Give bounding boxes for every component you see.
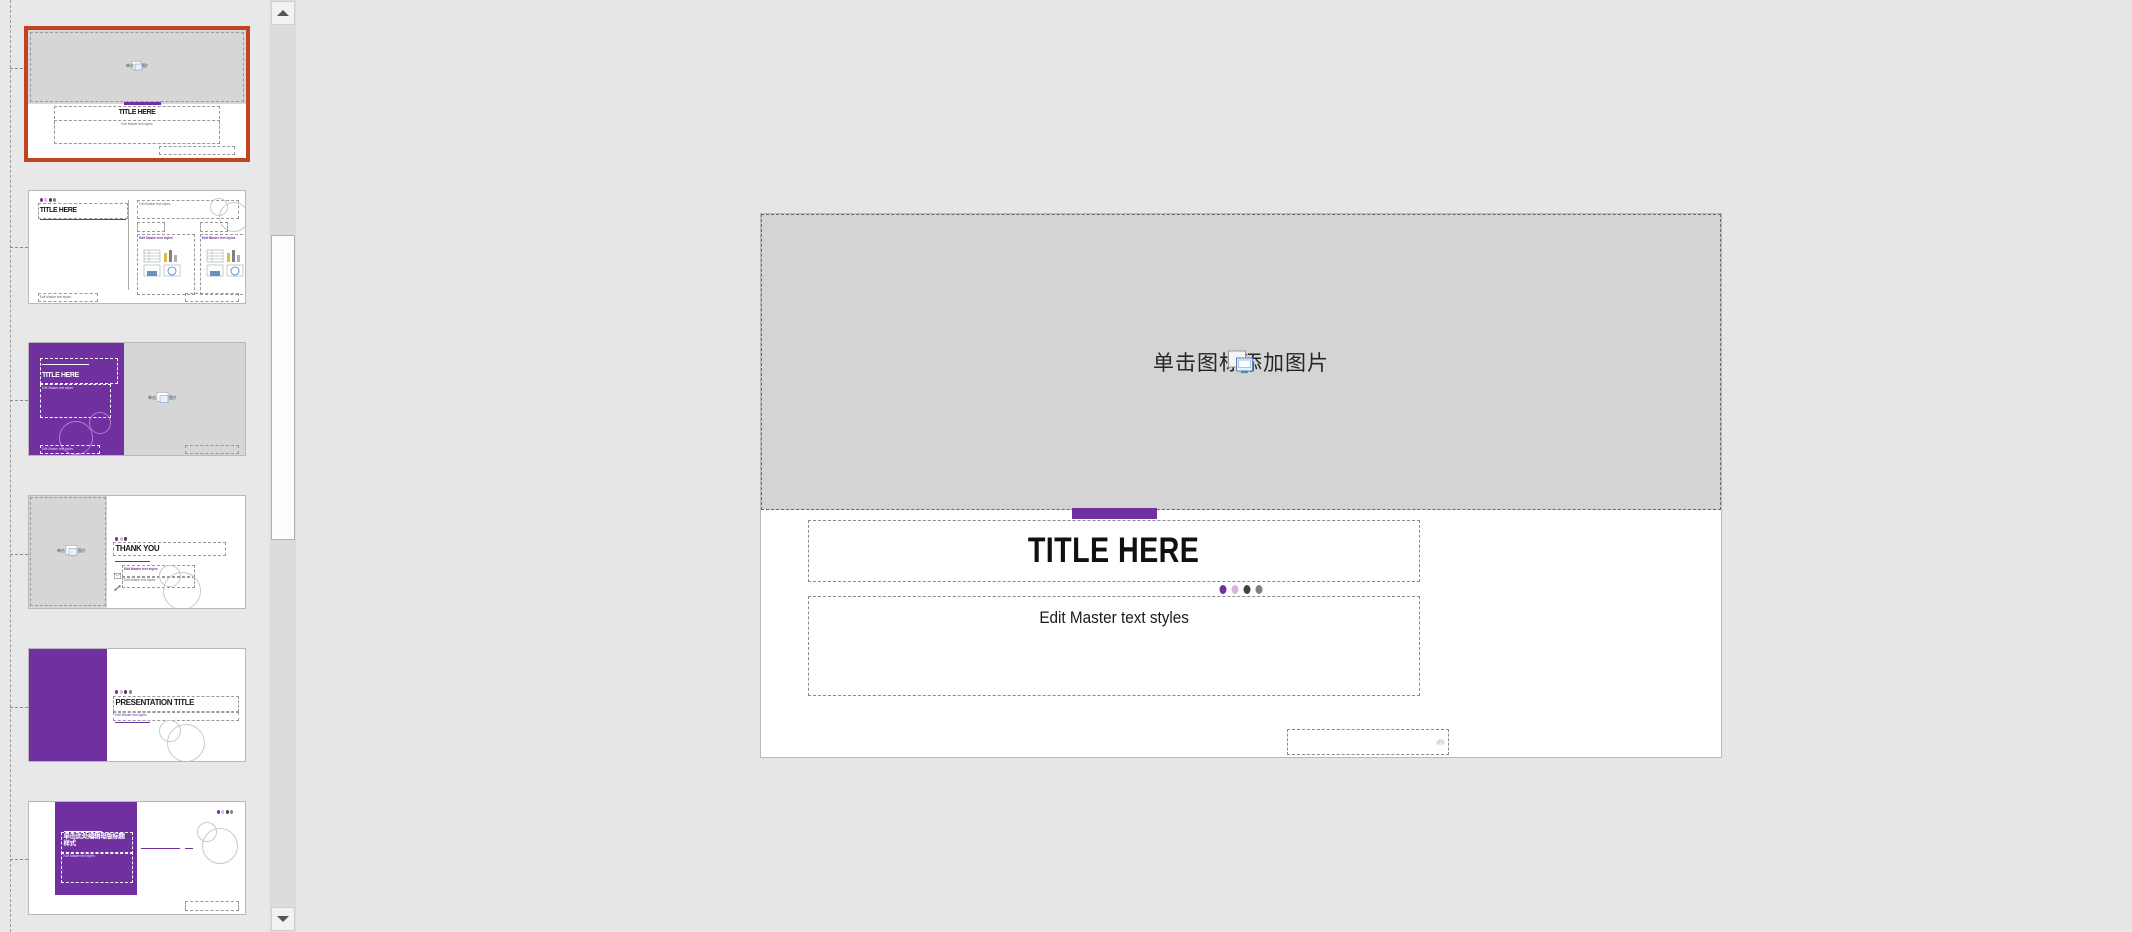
thumb2-underline (39, 219, 127, 220)
thumb2-divider (128, 199, 130, 290)
thumb5-title: PRESENTATION TITLE (115, 698, 195, 708)
hierarchy-connector (10, 707, 28, 708)
thumb3-picture-icon: 单击 图片 (148, 392, 178, 406)
thumb2-content-icons-right (206, 249, 244, 277)
thumb2-title-frame (37, 203, 129, 219)
thumb3-title-frame (39, 357, 118, 385)
thumb3-body: Edit Master text styles (41, 385, 74, 390)
hierarchy-connector (10, 859, 28, 860)
thumb6-title: 单击此处编辑母版标题样式 (63, 833, 125, 848)
svg-text:图片: 图片 (142, 62, 148, 68)
slide-thumbnail-5[interactable]: PRESENTATION TITLE Edit Master text styl… (28, 648, 246, 762)
thumb6-body: Edit Master text styles (63, 854, 95, 859)
thumb3-footer: Edit Master text styles (41, 446, 74, 451)
thumb3-slidenumber-frame (184, 444, 239, 454)
dot-3 (1243, 585, 1251, 594)
picture-placeholder[interactable]: 单击图标添加图片 (761, 214, 1721, 510)
thumb2-footer: Edit Master text styles (39, 294, 71, 299)
title-accent-bar (1072, 508, 1157, 519)
thumb2-label-frame-right (199, 222, 228, 233)
thumb4-title: THANK YOU (115, 544, 160, 554)
master-hierarchy-line (10, 0, 11, 932)
slide-thumbnail-2[interactable]: TITLE HERE Edit Master text styles Edit … (28, 190, 246, 304)
dot-2 (1231, 585, 1239, 594)
svg-text:图片: 图片 (169, 394, 177, 400)
thumb4-body-1: Edit Master text styles (124, 567, 158, 572)
thumb4-picture-icon: 单击 图片 (57, 545, 87, 559)
thumb2-content-icons-left (143, 249, 181, 277)
thumb6-circle-decor (201, 827, 238, 864)
thumbnail-pane-scrollbar[interactable] (270, 0, 296, 932)
thumb6-side-rule-short (184, 847, 194, 849)
hierarchy-connector (10, 400, 28, 401)
slide-number-marker: ‹#› (1436, 737, 1445, 747)
thumb5-body: Edit Master text styles (115, 712, 147, 717)
svg-text:单击: 单击 (126, 62, 134, 68)
thumb2-slidenumber-frame (184, 292, 239, 302)
thumb4-link-icon (114, 578, 122, 591)
thumb4-underline (115, 560, 150, 562)
dot-4 (1255, 585, 1263, 594)
title-placeholder[interactable]: TITLE HERE (808, 520, 1420, 582)
decorative-dots (1219, 585, 1263, 594)
thumb6-dots (216, 809, 234, 814)
thumb4-circle-decor (162, 572, 201, 608)
svg-text:单击: 单击 (57, 547, 65, 553)
thumb4-dots (115, 537, 128, 542)
thumb1-picture-icon: 单击 图片 (126, 59, 150, 71)
thumb1-title: TITLE HERE (118, 109, 156, 117)
body-text-placeholder[interactable]: Edit Master text styles (808, 596, 1420, 696)
thumb1-body: Edit Master text styles (121, 122, 153, 127)
thumb3-title: TITLE HERE (41, 372, 79, 380)
slide-canvas-area[interactable]: 单击图标添加图片 TITLE HERE Edit Master text sty… (300, 0, 2132, 932)
thumb5-dots (115, 690, 132, 695)
thumb3-picture-placeholder (124, 343, 245, 455)
scroll-down-arrow-icon (277, 916, 289, 922)
thumb5-underline (115, 721, 150, 723)
svg-text:图片: 图片 (78, 547, 86, 553)
thumb2-top-body: Edit Master text styles (139, 202, 171, 207)
thumb4-mail-icon (114, 566, 122, 579)
thumb2-sub-body-1: Edit Master text styles (139, 235, 173, 240)
scroll-down-button[interactable] (271, 907, 295, 931)
slide-thumbnail-3[interactable]: TITLE HERE Edit Master text styles 单击 图片… (28, 342, 246, 456)
picture-icon[interactable] (1228, 350, 1254, 376)
body-text: Edit Master text styles (1039, 608, 1189, 627)
slide-thumbnail-6[interactable]: 单击此处编辑母版标题样式 Edit Master text styles (28, 801, 246, 915)
dot-1 (1219, 585, 1227, 594)
hierarchy-connector (10, 554, 28, 555)
scrollbar-thumb[interactable] (271, 235, 295, 540)
thumb1-slidenumber-frame (158, 146, 236, 156)
scroll-up-button[interactable] (271, 1, 295, 25)
slide-master-canvas[interactable]: 单击图标添加图片 TITLE HERE Edit Master text sty… (760, 213, 1722, 758)
thumb4-body-2: Edit Master text styles (124, 578, 156, 583)
thumb2-dots (39, 197, 57, 202)
thumb2-sub-body-2: Edit Master text styles (201, 235, 236, 240)
thumb1-accent-bar (123, 101, 161, 105)
thumb6-side-rule (141, 847, 181, 849)
slide-title: TITLE HERE (1028, 531, 1200, 570)
thumb2-label-frame-left (137, 222, 166, 233)
thumb5-purple-panel (29, 649, 107, 761)
slide-thumbnail-pane[interactable]: 单击 图片 TITLE HERE Edit Master text styles… (0, 0, 268, 932)
slide-number-placeholder[interactable]: ‹#› (1287, 729, 1449, 755)
slide-thumbnail-4[interactable]: 单击 图片 THANK YOU Edit Master text styles … (28, 495, 246, 609)
scroll-up-arrow-icon (277, 10, 289, 16)
thumb6-slidenumber-frame (184, 900, 239, 911)
hierarchy-connector (10, 247, 28, 248)
slide-thumbnail-1[interactable]: 单击 图片 TITLE HERE Edit Master text styles (24, 26, 250, 162)
thumb5-circle-decor (167, 724, 206, 761)
svg-text:单击: 单击 (148, 394, 156, 400)
